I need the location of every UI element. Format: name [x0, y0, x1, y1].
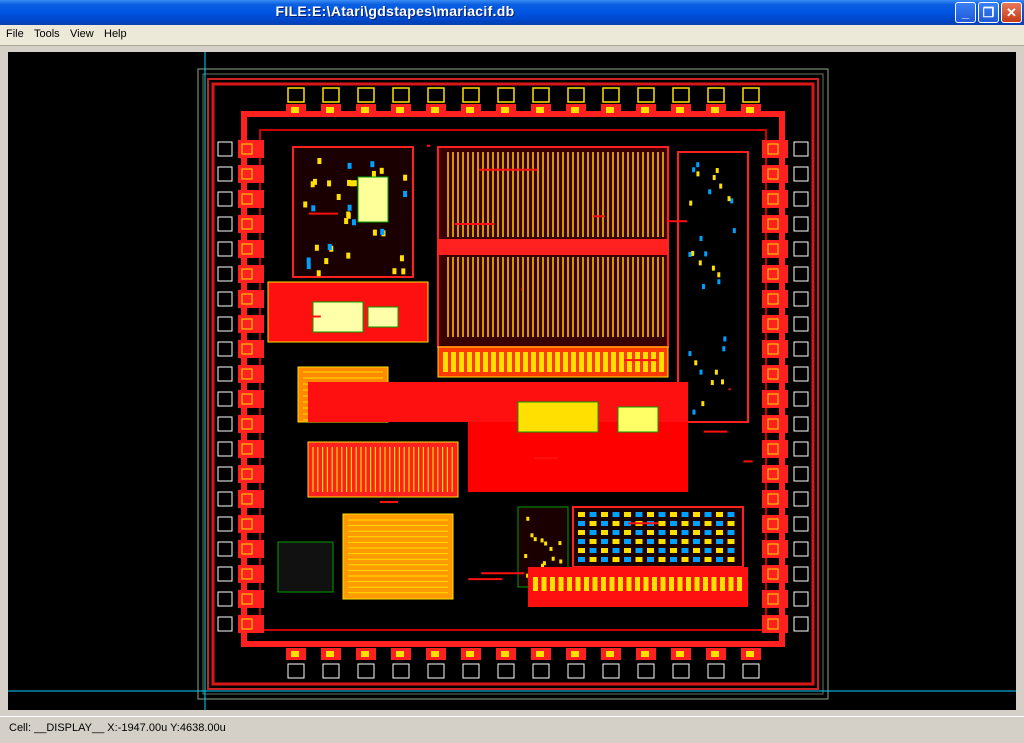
status-bar: Cell: __DISPLAY__ X:-1947.00u Y:4638.00u	[0, 716, 1024, 743]
y-coordinate: Y:4638.00u	[170, 722, 226, 734]
datapath-b	[307, 441, 459, 498]
x-coordinate: X:-1947.00u	[107, 722, 168, 734]
datapath-c	[342, 513, 454, 600]
cell-label: Cell:	[9, 722, 32, 734]
layout-canvas[interactable]	[8, 52, 1016, 710]
menu-view[interactable]: View	[70, 28, 94, 40]
title-bar: FILE:E:\Atari\gdstapes\mariacif.db _ ❐ ✕	[0, 0, 1024, 25]
menu-help[interactable]: Help	[104, 28, 127, 40]
cell-name: __DISPLAY__	[34, 722, 105, 734]
menu-bar: File Tools View Help	[0, 25, 1024, 46]
chip-layout-drawing	[8, 52, 1016, 710]
maximize-button[interactable]: ❐	[978, 2, 999, 23]
menu-file[interactable]: File	[6, 28, 24, 40]
close-button[interactable]: ✕	[1001, 2, 1022, 23]
status-readout: Cell: __DISPLAY__ X:-1947.00u Y:4638.00u	[9, 722, 226, 734]
minimize-button[interactable]: _	[955, 2, 976, 23]
logic-block-a	[292, 146, 414, 278]
menu-tools[interactable]: Tools	[34, 28, 60, 40]
window-title: FILE:E:\Atari\gdstapes\mariacif.db	[275, 3, 515, 19]
